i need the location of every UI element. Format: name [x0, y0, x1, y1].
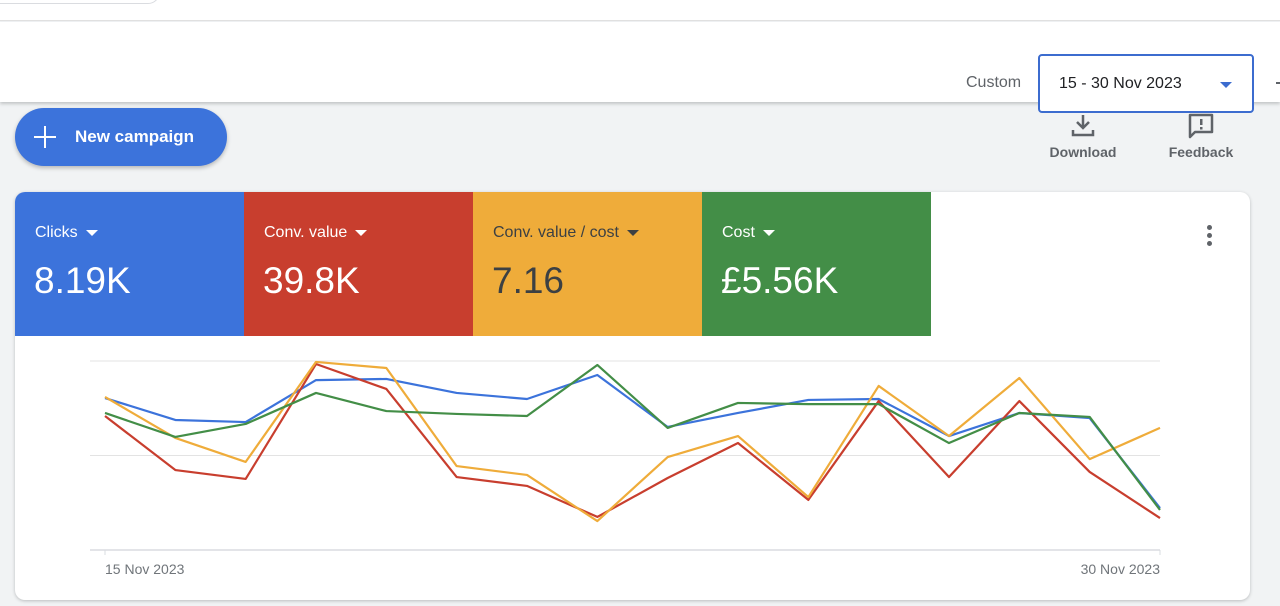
new-campaign-label: New campaign — [75, 127, 195, 146]
plus-icon — [34, 126, 56, 148]
new-campaign-button[interactable]: New campaign — [15, 108, 227, 166]
feedback-icon — [1188, 113, 1214, 139]
arrow-icon[interactable] — [1276, 82, 1280, 84]
line-chart: 15 Nov 2023 30 Nov 2023 — [90, 360, 1161, 577]
chevron-down-icon — [1220, 82, 1232, 88]
search-box-edge[interactable] — [0, 0, 160, 4]
x-tick-label: 15 Nov 2023 — [105, 561, 185, 577]
top-strip — [0, 0, 1280, 21]
download-icon — [1071, 115, 1095, 137]
download-label: Download — [1049, 144, 1117, 160]
date-range-dropdown[interactable]: 15 - 30 Nov 2023 — [1038, 54, 1254, 113]
feedback-button[interactable]: Feedback — [1164, 112, 1238, 160]
x-tick-label: 30 Nov 2023 — [1081, 561, 1161, 577]
feedback-label: Feedback — [1168, 144, 1234, 160]
date-range-label: Custom — [966, 74, 1022, 91]
performance-card: Clicks 8.19K Conv. value 39.8K Conv. value /… — [15, 192, 1250, 600]
page-header: Custom 15 - 30 Nov 2023 — [0, 22, 1280, 113]
date-range-value: 15 - 30 Nov 2023 — [1059, 75, 1182, 92]
download-button[interactable]: Download — [1046, 112, 1120, 160]
series-line-conv-value[interactable] — [104, 362, 1161, 519]
